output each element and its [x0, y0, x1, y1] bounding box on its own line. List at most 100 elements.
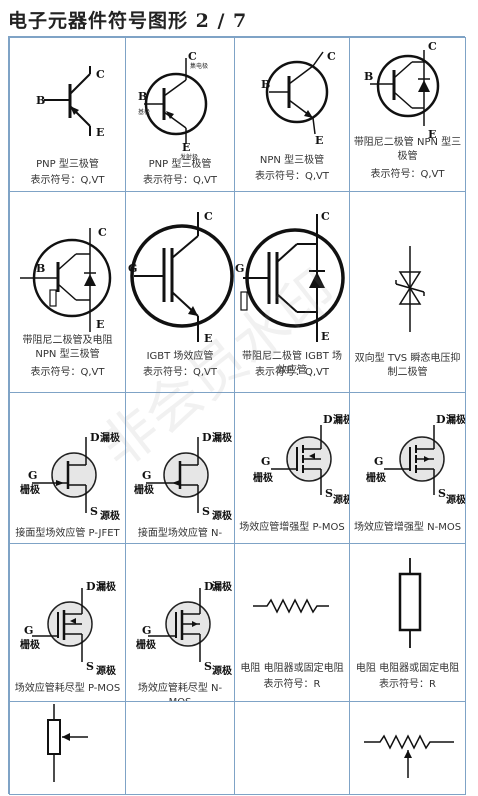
symbol-caption: 接面型场效应管 P-JFET: [15, 528, 120, 539]
cell-n-jfet: D 漏极 G 栅极 S 源极 接面型场效应管 N-JFET: [125, 392, 235, 544]
symbol-caption: 场效应管增强型 N-MOS: [353, 522, 462, 533]
source-label: 源极: [100, 509, 121, 522]
symbol-notation: 表示符号：Q,VT: [370, 169, 445, 180]
source-pin-label: S: [204, 660, 212, 673]
cell-n-mos-depletion: D 漏极 G 栅极 S 源极 场效应管耗尽型 N-MOS: [125, 543, 235, 702]
drain-pin-label: D: [90, 431, 100, 444]
pin-c-label: C: [188, 50, 197, 63]
pin-e-label: E: [315, 134, 323, 147]
pin-e-label: E: [321, 330, 329, 343]
symbol-caption: 电阻 电阻器或固定电阻: [240, 663, 344, 674]
source-label: 源极: [96, 664, 117, 677]
pin-c-label: C: [96, 68, 105, 81]
symbol-notation: 表示符号：Q,VT: [30, 175, 105, 186]
symbol-caption: IGBT 场效应管: [146, 351, 214, 362]
cell-npn-damper-diode-resistor: B C E 带阻尼二极管及电阻 NPN 型三极管 表示符号：Q,VT: [9, 191, 126, 393]
cell-resistor-vertical: 电阻 电阻器或固定电阻 表示符号：R: [349, 543, 466, 702]
cell-npn-transistor: B C E NPN 型三极管 表示符号：Q,VT: [234, 37, 350, 192]
cell-empty-2: [234, 701, 350, 795]
potentiometer-horizontal-symbol: [364, 734, 454, 778]
symbol-caption: 场效应管耗尽型 P-MOS: [14, 683, 121, 694]
source-label: 源极: [212, 509, 233, 522]
source-pin-label: S: [86, 660, 94, 673]
drain-label: 漏极: [333, 413, 350, 426]
gate-label: 栅极: [134, 483, 155, 496]
symbol-notation: 表示符号：Q,VT: [143, 175, 217, 186]
source-pin-label: S: [325, 487, 333, 500]
source-pin-label: S: [438, 487, 446, 500]
gate-pin-label: G: [142, 624, 151, 637]
gate-label: 栅极: [20, 483, 41, 496]
drain-pin-label: D: [323, 413, 333, 426]
pin-b-label: B: [364, 70, 373, 83]
pin-e-label: E: [204, 332, 212, 345]
p-mos-depletion-symbol: D 漏极 G 栅极 S 源极: [20, 580, 117, 677]
symbol-caption: 接面型场效应管 N-JFET: [137, 528, 223, 543]
cell-p-mos-enhancement: D 漏极 G 栅极 S 源极 场效应管增强型 P-MOS: [234, 392, 350, 544]
pin-c-label: C: [428, 40, 437, 53]
cell-npn-damper-diode: B C E 带阻尼二极管 NPN 型三极管 表示符号：Q,VT: [349, 37, 466, 192]
cell-resistor-horizontal: 电阻 电阻器或固定电阻 表示符号：R: [234, 543, 350, 702]
symbol-notation: 表示符号：R: [263, 679, 321, 690]
symbol-notation: 表示符号：Q,VT: [30, 367, 105, 378]
symbol-caption: 带阻尼二极管 NPN 型三极管: [353, 137, 462, 162]
npn-damper-diode-resistor-symbol: B C E: [20, 226, 112, 332]
pin-g-label: G: [235, 262, 244, 275]
npn-transistor-symbol: B C E: [261, 50, 336, 147]
cell-potentiometer-horizontal: [349, 701, 466, 795]
cell-igbt: G C E IGBT 场效应管 表示符号：Q,VT: [125, 191, 235, 393]
symbol-notation: 表示符号：Q,VT: [255, 171, 329, 182]
pin-b-label: B: [138, 90, 147, 103]
symbol-caption: NPN 型三极管: [259, 155, 325, 166]
gate-label: 栅极: [366, 471, 387, 484]
symbol-notation: 表示符号：Q,VT: [143, 367, 217, 378]
cell-tvs-diode: 双向型 TVS 瞬态电压抑制二极管: [349, 191, 466, 393]
cell-pnp-transistor-labeled: C 集电极 B 基极 E 发射极 PNP 型三极管 表示符号：Q,VT: [125, 37, 235, 192]
drain-pin-label: D: [436, 413, 446, 426]
cell-potentiometer-vertical: [9, 701, 126, 795]
pin-e-label: E: [96, 318, 104, 331]
base-label: 基极: [138, 108, 150, 116]
cell-p-mos-depletion: D 漏极 G 栅极 S 源极 场效应管耗尽型 P-MOS: [9, 543, 126, 702]
gate-label: 栅极: [136, 638, 157, 651]
symbol-caption: PNP 型三极管: [148, 159, 212, 170]
source-pin-label: S: [202, 505, 210, 518]
p-jfet-symbol: D 漏极 G 栅极 S 源极: [20, 431, 121, 522]
n-mos-depletion-symbol: D 漏极 G 栅极 S 源极: [136, 580, 233, 677]
pin-c-label: C: [321, 210, 330, 223]
symbol-caption: 场效应管耗尽型 N-MOS: [137, 683, 223, 701]
collector-label: 集电极: [190, 62, 208, 70]
pin-c-label: C: [204, 210, 213, 223]
symbol-caption: 双向型 TVS 瞬态电压抑制二极管: [354, 353, 461, 378]
gate-pin-label: G: [261, 455, 270, 468]
cell-p-jfet: D 漏极 G 栅极 S 源极 接面型场效应管 P-JFET: [9, 392, 126, 544]
n-jfet-symbol: D 漏极 G 栅极 S 源极: [134, 431, 233, 522]
drain-pin-label: D: [202, 431, 212, 444]
page-title: 电子元器件符号图形 2 / 7: [8, 10, 248, 32]
gate-pin-label: G: [28, 469, 37, 482]
potentiometer-vertical-symbol: [47, 704, 88, 782]
cell-n-mos-enhancement: D 漏极 G 栅极 S 源极 场效应管增强型 N-MOS: [349, 392, 466, 544]
symbol-caption: 电阻 电阻器或固定电阻: [355, 663, 460, 674]
pin-c-label: C: [327, 50, 336, 63]
source-pin-label: S: [90, 505, 98, 518]
pin-b-label: B: [36, 262, 45, 275]
source-label: 源极: [446, 493, 466, 506]
symbol-notation: 表示符号：Q,VT: [255, 367, 329, 378]
pin-g-label: G: [128, 262, 137, 275]
gate-pin-label: G: [142, 469, 151, 482]
drain-label: 漏极: [212, 431, 233, 444]
gate-label: 栅极: [20, 638, 41, 651]
symbol-caption: PNP 型三极管: [36, 159, 99, 170]
gate-pin-label: G: [374, 455, 383, 468]
pin-b-label: B: [261, 78, 270, 91]
pin-b-label: B: [36, 94, 45, 107]
pin-c-label: C: [98, 226, 107, 239]
cell-empty-1: [125, 701, 235, 795]
symbol-grid: B C E PNP 型三极管 表示符号：Q,VT C 集电极 B 基极 E 发射…: [8, 36, 466, 795]
cell-pnp-transistor: B C E PNP 型三极管 表示符号：Q,VT: [9, 37, 126, 192]
source-label: 源极: [212, 664, 233, 677]
gate-pin-label: G: [24, 624, 33, 637]
drain-label: 漏极: [212, 580, 233, 593]
source-label: 源极: [333, 493, 350, 506]
